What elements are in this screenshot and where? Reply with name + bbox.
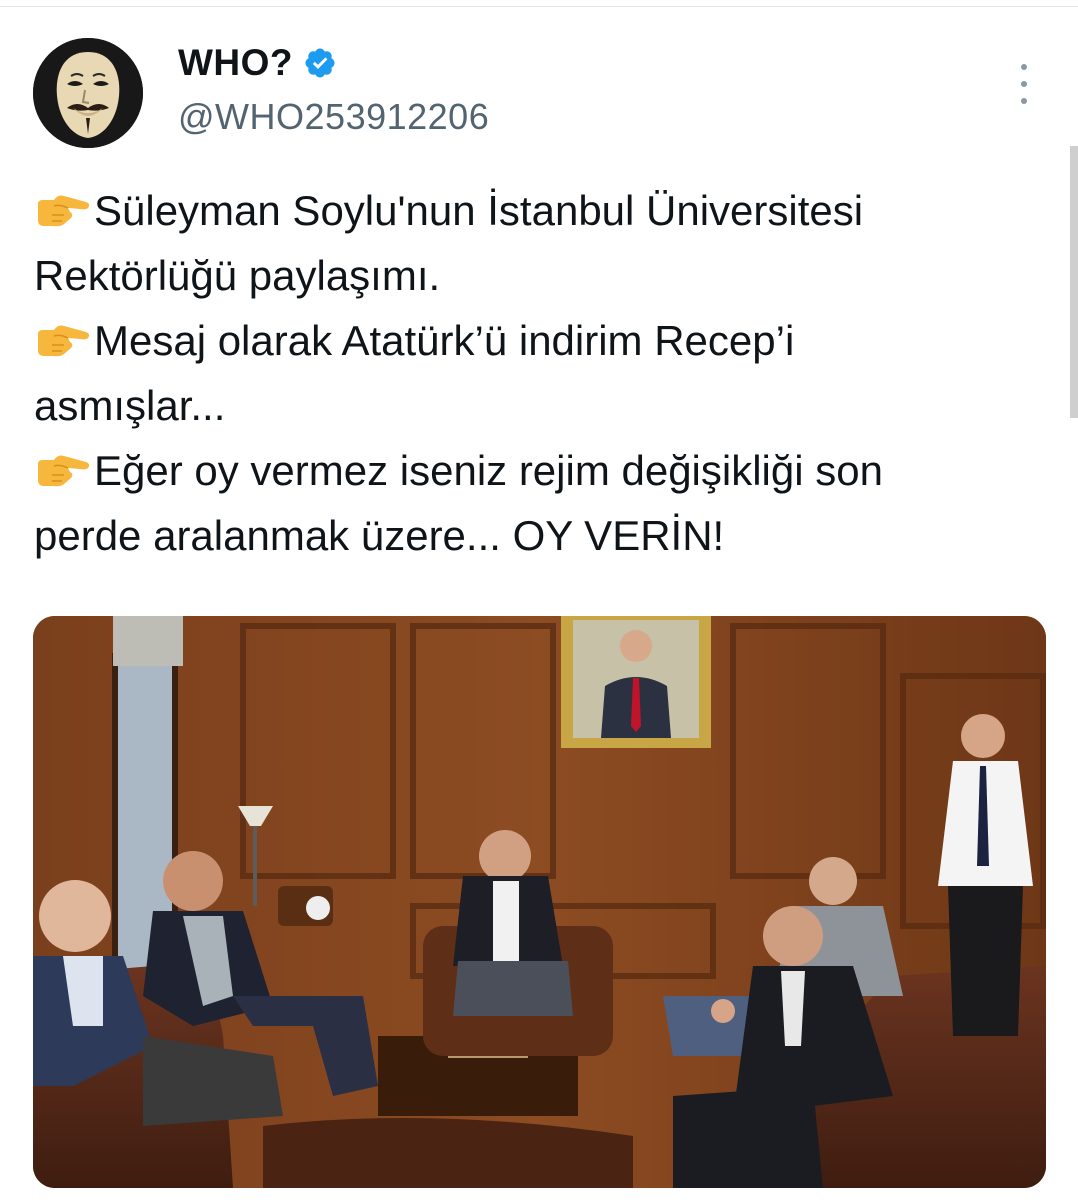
backhand-index-pointing-right-icon [38, 325, 90, 357]
tweet-text: Süleyman Soylu'nun İstanbul Üniversitesi… [34, 178, 1064, 568]
scrollbar[interactable] [1070, 146, 1078, 418]
tweet-line-text: Eğer oy vermez iseniz rejim değişikliği … [94, 447, 883, 494]
backhand-index-pointing-right-icon [38, 455, 90, 487]
office-meeting-photo-icon [33, 616, 1046, 1188]
verified-badge-icon [305, 48, 335, 78]
author-name-row[interactable]: WHO? [178, 42, 337, 84]
tweet-line-text: perde aralanmak üzere... OY VERİN! [34, 512, 725, 559]
tweet-line: asmışlar... [34, 373, 1064, 438]
tweet-line: Rektörlüğü paylaşımı. [34, 243, 1064, 308]
top-divider [0, 6, 1078, 7]
tweet-photo[interactable] [33, 616, 1046, 1188]
guy-fawkes-mask-icon [33, 38, 143, 148]
tweet-line-text: Rektörlüğü paylaşımı. [34, 252, 441, 299]
more-dot-icon [1021, 81, 1027, 87]
user-handle[interactable]: @WHO253912206 [178, 96, 489, 138]
more-dot-icon [1021, 64, 1027, 70]
more-options-button[interactable] [1010, 64, 1038, 104]
tweet-line: perde aralanmak üzere... OY VERİN! [34, 503, 1064, 568]
avatar[interactable] [33, 38, 143, 148]
tweet-line: Süleyman Soylu'nun İstanbul Üniversitesi [34, 178, 1064, 243]
tweet-line-text: Süleyman Soylu'nun İstanbul Üniversitesi [94, 187, 864, 234]
tweet-line-text: asmışlar... [34, 382, 226, 429]
tweet-line: Mesaj olarak Atatürk’ü indirim Recep’i [34, 308, 1064, 373]
tweet-line-text: Mesaj olarak Atatürk’ü indirim Recep’i [94, 317, 795, 364]
tweet-line: Eğer oy vermez iseniz rejim değişikliği … [34, 438, 1064, 503]
display-name[interactable]: WHO? [178, 42, 293, 84]
more-dot-icon [1021, 98, 1027, 104]
backhand-index-pointing-right-icon [38, 195, 90, 227]
